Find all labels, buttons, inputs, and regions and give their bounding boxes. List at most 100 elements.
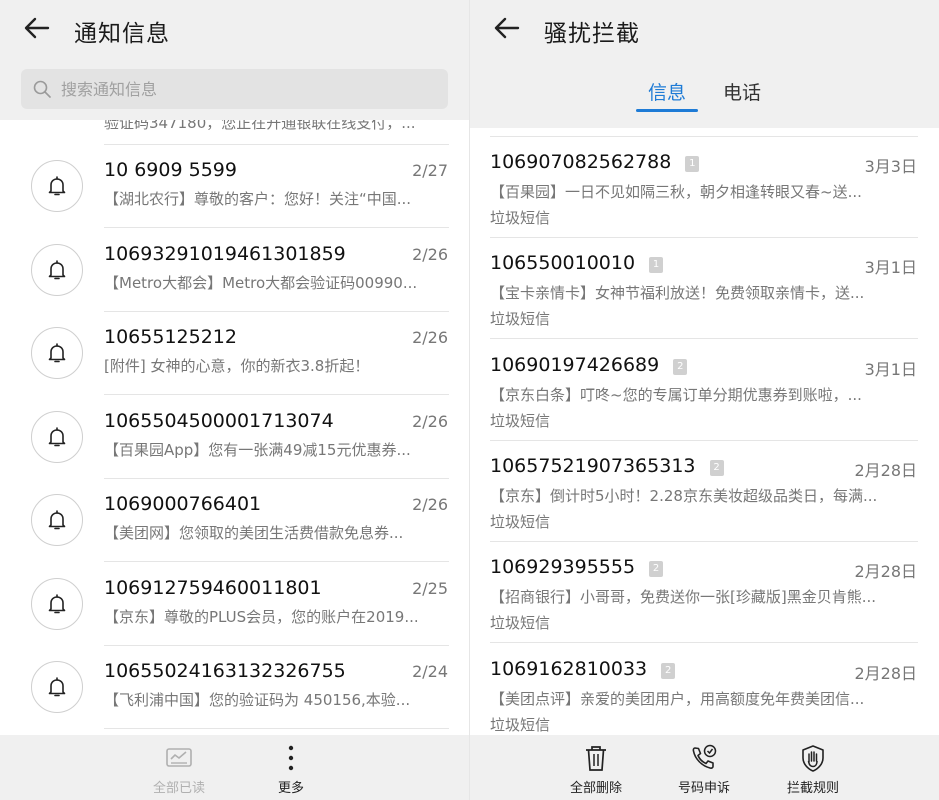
list-item[interactable]: 10655024163132326755 2/24 【飞利浦中国】您的验证码为 45… <box>0 646 469 729</box>
list-item[interactable]: 106929395555 2 2月28日 【招商银行】小哥哥，免费送你一张[珍藏版]黑… <box>470 542 939 644</box>
bell-icon <box>48 176 66 196</box>
sender-number: 10690197426689 <box>490 353 660 376</box>
back-arrow-icon[interactable] <box>492 13 522 43</box>
number-appeal-button[interactable]: 号码申诉 <box>664 743 744 796</box>
message-preview: 【京东】倒计时5小时！2.28京东美妆超级品类日，每满... <box>490 486 878 505</box>
tab-calls[interactable]: 电话 <box>723 78 761 105</box>
sender-number-wrap: 106907082562788 1 <box>490 151 700 173</box>
message-preview: 【湖北农行】尊敬的客户：您好！关注“中国... <box>104 190 412 208</box>
sender-number: 1069329101946130185​9 <box>104 242 346 265</box>
sender-number: 1069000766401 <box>104 493 262 515</box>
search-box[interactable] <box>21 69 448 109</box>
right-header: 骚扰拦截 <box>470 0 939 58</box>
notification-panel: 通知信息 验证码347180，您正在开通银联在线支付，... 10 6909 5… <box>0 0 469 800</box>
sender-number: 106912759460011801 <box>104 576 322 599</box>
active-tab-indicator <box>636 109 698 112</box>
avatar <box>31 243 83 296</box>
list-item[interactable]: 106907082562788 1 3月3日 【百果园】一日不见如隔三秋，朝夕相逢转眼… <box>470 137 939 238</box>
sender-number: 10655125212 <box>104 326 237 348</box>
sender-number: 10 6909 5599 <box>104 159 237 181</box>
message-preview: 【百果园】一日不见如隔三秋，朝夕相逢转眼又春~送... <box>490 183 862 201</box>
list-item[interactable]: 10655125212 2/26 [附件] 女神的心意，你的新衣3.8折起！ <box>0 312 469 395</box>
message-date: 2/25 <box>412 578 448 598</box>
number-appeal-label: 号码申诉 <box>677 781 730 796</box>
bell-icon <box>48 259 66 279</box>
message-preview: 【美团网】您领取的美团生活费借款免息券... <box>104 524 404 542</box>
harassment-block-panel: 骚扰拦截 信息 电话 106907082562788 1 3月3日 【百果园】一日不见… <box>470 0 939 800</box>
sim-card-icon: 1 <box>685 156 700 172</box>
sender-number: 1065504500001713074 <box>104 409 334 432</box>
more-button[interactable]: 更多 <box>251 743 331 796</box>
message-preview: 【美团点评】亲爱的美团用户，用高额度免年费美团信... <box>490 689 865 708</box>
trash-icon <box>586 746 606 771</box>
tab-bar: 信息 电话 <box>470 58 939 128</box>
list-item[interactable]: 10690197426689 2 3月1日 【京东白条】叮咚~您的专属订单分期优惠券到… <box>470 340 939 441</box>
spam-tag: 垃圾短信 <box>490 512 551 531</box>
more-label: 更多 <box>277 781 304 796</box>
search-area <box>0 58 469 120</box>
sender-number: 10655024163132326755 <box>104 660 346 682</box>
page-title: 骚扰拦截 <box>544 21 640 47</box>
avatar <box>31 577 83 630</box>
delete-all-button[interactable]: 全部删除 <box>556 743 636 796</box>
message-date: 2/26 <box>412 244 448 264</box>
block-rules-button[interactable]: 拦截规则 <box>773 743 853 796</box>
left-header: 通知信息 <box>0 0 469 58</box>
bell-icon <box>48 593 66 613</box>
message-date: 3月3日 <box>864 157 917 176</box>
list-item[interactable]: 1069000766401 2/26 【美团网】您领取的美团生活费借款免息券... <box>0 479 469 562</box>
message-date: 2/26 <box>412 495 448 514</box>
bell-icon <box>48 510 66 530</box>
avatar <box>31 327 83 379</box>
sim-card-icon: 2 <box>649 561 664 578</box>
message-date: 2月28日 <box>854 460 917 480</box>
avatar <box>31 661 83 713</box>
avatar <box>31 410 83 463</box>
blocked-message-list[interactable]: 106907082562788 1 3月3日 【百果园】一日不见如隔三秋，朝夕相逢转眼… <box>470 128 939 735</box>
right-footer: 全部删除 号码申诉 拦截规则 <box>470 735 939 800</box>
bell-icon <box>48 426 66 446</box>
list-item[interactable]: 106912759460011801 2/25 【京东】尊敬的PLUS会员，您的账户… <box>0 563 469 646</box>
message-date: 2/27 <box>412 161 448 180</box>
list-item[interactable]: 10657521907365313 2 2月28日【京东】倒计时5小时！2.28京东… <box>470 441 939 542</box>
back-arrow-icon[interactable] <box>22 13 52 43</box>
search-input[interactable] <box>61 69 441 109</box>
list-item[interactable]: 106550010010 1 3月1日 【宝卡亲情卡】女神节福利放送！免费领取亲情卡，… <box>470 238 939 340</box>
message-preview: 【百果园App】您有一张满49减15元优惠券... <box>104 440 411 459</box>
sender-number-wrap: 10657521907365313 2 <box>490 455 724 477</box>
sim-card-icon: 2 <box>673 358 688 375</box>
notification-list[interactable]: 验证码347180，您正在开通银联在线支付，... 10 6909 5599 2/… <box>0 120 469 735</box>
page-title: 通知信息 <box>74 21 170 47</box>
spam-tag: 垃圾短信 <box>490 310 551 329</box>
sender-number-wrap: 10690197426689 2 <box>490 353 688 376</box>
bell-icon <box>48 343 66 363</box>
search-icon <box>33 80 51 98</box>
mark-read-icon <box>166 748 192 767</box>
list-item[interactable]: 10 6909 5599 2/27 【湖北农行】尊敬的客户：您好！关注“中国... <box>0 145 469 228</box>
hand-stop-icon <box>802 745 824 772</box>
delete-all-label: 全部删除 <box>569 781 622 796</box>
list-item[interactable]: 1069162810033 2 2月28日 【美团点评】亲爱的美团用户，用高额度免年费… <box>470 644 939 736</box>
bell-icon <box>48 677 66 697</box>
sender-number-wrap: 1069162810033 2 <box>490 657 676 680</box>
spam-tag: 垃圾短信 <box>490 411 551 430</box>
message-date: 2/26 <box>412 411 448 431</box>
sender-number: 10657521907365313 <box>490 454 696 477</box>
message-preview: 【京东白条】叮咚~您的专属订单分期优惠券到账啦，... <box>490 385 862 404</box>
sim-card-icon: 2 <box>709 459 724 476</box>
block-rules-label: 拦截规则 <box>786 781 839 796</box>
sender-number: 106550010010 <box>490 252 636 275</box>
mark-all-read-label: 全部已读 <box>152 781 205 796</box>
divider <box>104 728 449 729</box>
list-item[interactable]: 1069329101946130185​9 2/26 【Metro大都会】Metro… <box>0 229 469 312</box>
sender-number: 1069162810033 <box>490 657 648 680</box>
sim-card-icon: 2 <box>661 662 676 679</box>
phone-check-icon <box>692 744 717 769</box>
list-item[interactable]: 1065504500001713074 2/26 【百果园App】您有一张满49减1… <box>0 396 469 479</box>
tab-messages[interactable]: 信息 <box>648 78 686 105</box>
spam-tag: 垃圾短信 <box>490 715 551 734</box>
message-preview: 【招商银行】小哥哥，免费送你一张[珍藏版]黑金贝肯熊... <box>490 588 877 607</box>
mark-all-read-button[interactable]: 全部已读 <box>139 743 219 796</box>
avatar <box>31 494 83 546</box>
sender-number: 106907082562788 <box>490 151 672 173</box>
